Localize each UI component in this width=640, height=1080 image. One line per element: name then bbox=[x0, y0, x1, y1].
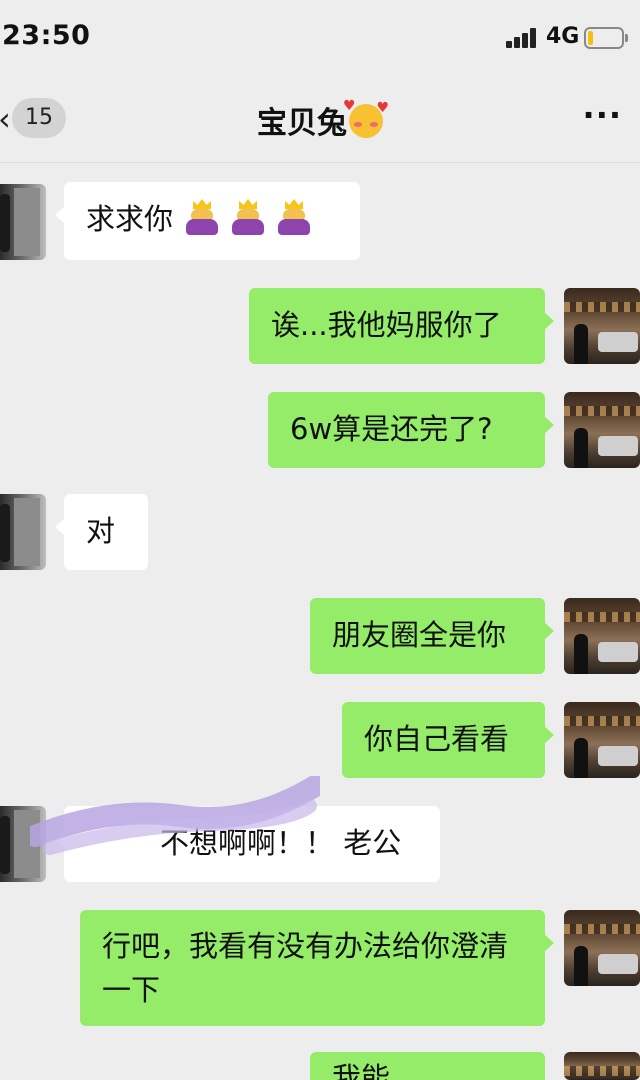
battery-icon bbox=[584, 27, 628, 49]
chat-title-text: 宝贝兔 bbox=[257, 106, 347, 141]
my-avatar[interactable] bbox=[564, 910, 640, 986]
message-text: 朋友圈全是你 bbox=[332, 618, 507, 652]
network-type: 4G bbox=[546, 24, 580, 49]
my-avatar[interactable] bbox=[564, 288, 640, 364]
message-bubble-outgoing[interactable]: 我能 bbox=[310, 1052, 545, 1080]
contact-avatar[interactable] bbox=[0, 184, 46, 260]
message-bubble-outgoing[interactable]: 6w算是还完了? bbox=[268, 392, 554, 468]
message-bubble-incoming[interactable]: 不想啊啊！！ 老公 bbox=[55, 806, 440, 882]
message-text: 你自己看看 bbox=[364, 722, 510, 756]
status-time: 23:50 bbox=[2, 20, 91, 51]
my-avatar[interactable] bbox=[564, 1052, 640, 1080]
message-text: 对 bbox=[86, 514, 116, 548]
message-bubble-incoming[interactable]: 对 bbox=[55, 494, 148, 570]
my-avatar[interactable] bbox=[564, 702, 640, 778]
status-bar: 23:50 4G bbox=[0, 0, 640, 78]
message-text: 6w算是还完了? bbox=[290, 412, 493, 446]
bowing-woman-icon bbox=[277, 199, 311, 235]
more-options-button[interactable]: ··· bbox=[583, 96, 622, 134]
signal-icon bbox=[506, 28, 540, 48]
message-bubble-incoming[interactable]: 求求你 bbox=[55, 182, 360, 260]
my-avatar[interactable] bbox=[564, 392, 640, 468]
contact-avatar[interactable] bbox=[0, 806, 46, 882]
message-bubble-outgoing[interactable]: 诶...我他妈服你了 bbox=[249, 288, 554, 364]
message-text: 行吧，我看有没有办法给你澄清一下 bbox=[102, 929, 509, 1007]
message-text: 我能 bbox=[332, 1061, 391, 1080]
message-text: 诶...我他妈服你了 bbox=[271, 308, 502, 342]
my-avatar[interactable] bbox=[564, 598, 640, 674]
message-bubble-outgoing[interactable]: 你自己看看 bbox=[342, 702, 554, 778]
smiling-face-with-hearts-icon: ♥ ♥ bbox=[343, 98, 389, 138]
chat-header: ‹ 15 宝贝兔♥♥ ··· bbox=[0, 78, 640, 163]
message-bubble-outgoing[interactable]: 朋友圈全是你 bbox=[310, 598, 554, 674]
chat-title[interactable]: 宝贝兔 ♥ ♥ bbox=[0, 98, 640, 142]
message-text: 求求你 bbox=[86, 202, 174, 236]
contact-avatar[interactable] bbox=[0, 494, 46, 570]
bowing-woman-icon bbox=[231, 199, 265, 235]
battery-level bbox=[588, 31, 593, 45]
message-bubble-outgoing[interactable]: 行吧，我看有没有办法给你澄清一下 bbox=[80, 910, 554, 1026]
bowing-woman-icon bbox=[185, 199, 219, 235]
message-text: 不想啊啊！！ 老公 bbox=[160, 826, 402, 860]
